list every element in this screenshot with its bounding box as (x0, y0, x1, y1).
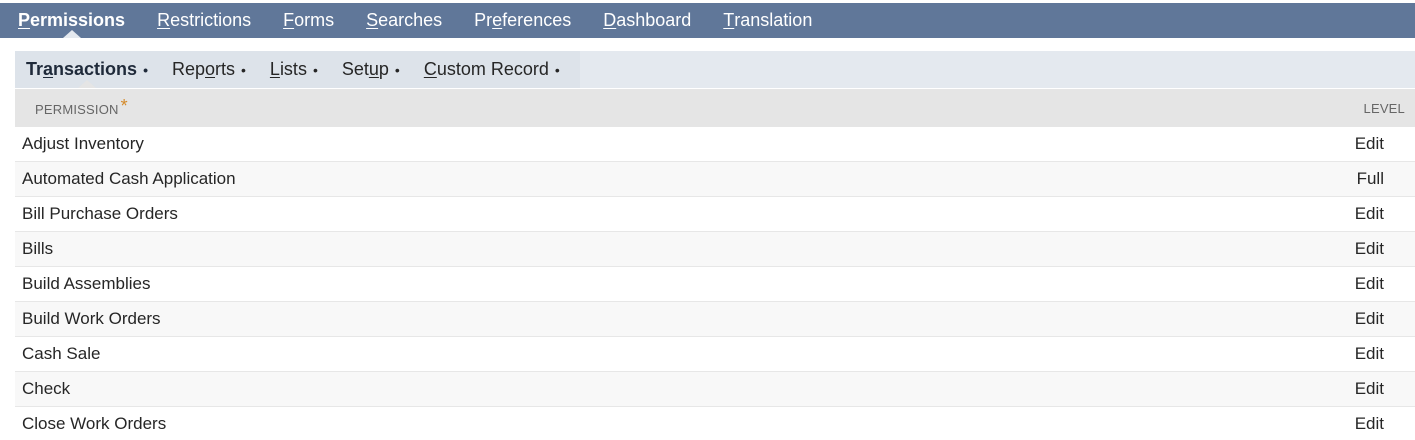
subtab-bar: Tr a nsactions • Rep o rts • Lists • Set u p • Cus… (15, 51, 1415, 88)
subtab-custom-record[interactable]: Custom Record • (412, 51, 572, 88)
tab-searches[interactable]: Searches (350, 3, 458, 38)
table-row[interactable]: Check Edit (15, 372, 1415, 407)
level-cell[interactable]: Edit (1355, 134, 1384, 154)
table-row[interactable]: Adjust Inventory Edit (15, 127, 1415, 162)
table-header: PERMISSION * LEVEL (15, 89, 1415, 127)
table-row[interactable]: Cash Sale Edit (15, 337, 1415, 372)
subtab-dot: • (143, 61, 148, 78)
level-cell[interactable]: Edit (1355, 274, 1384, 294)
subtab-lists[interactable]: Lists • (258, 51, 330, 88)
permission-cell: Cash Sale (22, 344, 101, 363)
level-cell[interactable]: Full (1357, 169, 1384, 189)
main-tab-bar: Permissions Restrictions Forms Searches … (0, 3, 1415, 38)
table-row[interactable]: Automated Cash Application Full (15, 162, 1415, 197)
permission-cell: Automated Cash Application (22, 169, 236, 188)
level-cell[interactable]: Edit (1355, 239, 1384, 259)
table-row[interactable]: Bills Edit (15, 232, 1415, 267)
table-body: Adjust Inventory Edit Automated Cash App… (15, 127, 1415, 440)
level-cell[interactable]: Edit (1355, 414, 1384, 434)
subtab-dot: • (312, 61, 318, 78)
table-row[interactable]: Build Assemblies Edit (15, 267, 1415, 302)
table-row[interactable]: Build Work Orders Edit (15, 302, 1415, 337)
permissions-table: PERMISSION * LEVEL Adjust Inventory Edit … (15, 89, 1415, 440)
column-header-level[interactable]: LEVEL (1364, 101, 1405, 116)
required-marker: * (120, 95, 128, 116)
tab-preferences[interactable]: Pr e ferences (458, 3, 587, 38)
subtab-strip: Tr a nsactions • Rep o rts • Lists • Set u p • Cus… (15, 51, 580, 88)
tab-translation[interactable]: Translation (707, 3, 828, 38)
tab-forms[interactable]: Forms (267, 3, 350, 38)
permission-cell: Check (22, 379, 71, 398)
permission-cell: Bills (22, 239, 54, 258)
permission-cell: Bill Purchase Orders (22, 204, 178, 223)
level-cell[interactable]: Edit (1355, 309, 1384, 329)
tab-restrictions[interactable]: Restrictions (141, 3, 267, 38)
permission-cell: Build Assemblies (22, 274, 151, 293)
subtab-reports[interactable]: Rep o rts • (160, 51, 258, 88)
permission-cell: Close Work Orders (22, 414, 167, 433)
table-row[interactable]: Close Work Orders Edit (15, 407, 1415, 440)
level-cell[interactable]: Edit (1355, 344, 1384, 364)
subtab-setup[interactable]: Set u p • (330, 51, 412, 88)
subtab-dot: • (554, 61, 560, 78)
subtab-dot: • (241, 61, 246, 78)
level-cell[interactable]: Edit (1355, 379, 1384, 399)
table-row[interactable]: Bill Purchase Orders Edit (15, 197, 1415, 232)
level-cell[interactable]: Edit (1355, 204, 1384, 224)
tab-permissions[interactable]: Permissions (2, 3, 141, 38)
permission-cell: Build Work Orders (22, 309, 161, 328)
subtab-dot: • (394, 61, 400, 78)
column-header-permission[interactable]: PERMISSION * (35, 95, 128, 119)
tab-dashboard[interactable]: Dashboard (587, 3, 707, 38)
subtab-transactions[interactable]: Tr a nsactions • (15, 51, 160, 88)
permission-cell: Adjust Inventory (22, 134, 144, 153)
